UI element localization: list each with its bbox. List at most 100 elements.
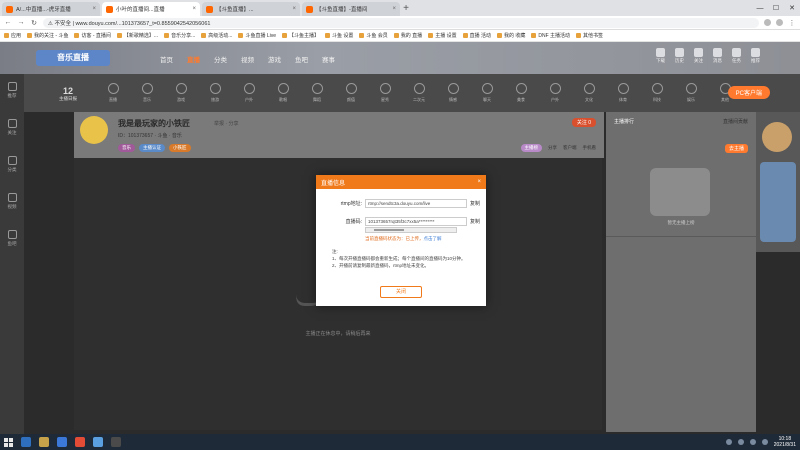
tab-close-icon[interactable]: × [292,6,296,12]
category-item[interactable]: 歌唱 [272,83,294,103]
browser-tab[interactable]: 【斗鱼直播】-直播间 × [302,2,400,16]
promo-badge[interactable] [762,122,792,152]
learn-more-link[interactable]: 点击了解 [424,236,442,241]
bookmark-item[interactable]: 音乐分享... [164,32,195,39]
close-button[interactable]: 关闭 [380,286,422,298]
header-task[interactable]: 任务 [732,48,741,64]
search-icon[interactable] [21,437,31,447]
category-item[interactable]: 户外 [544,83,566,103]
browser-tab[interactable]: 【斗鱼直播】... × [202,2,300,16]
menu-icon[interactable]: ⋮ [788,19,796,27]
share-button[interactable]: 分享 [548,145,557,151]
close-icon[interactable]: × [477,179,481,185]
category-item[interactable]: 二次元 [408,83,430,103]
category-item[interactable]: 旅游 [204,83,226,103]
new-tab-button[interactable]: + [400,2,412,16]
bookmark-item[interactable]: 斗鱼 会员 [359,32,388,39]
copy-rtmp-button[interactable]: 复制 [470,200,480,207]
room-badge[interactable]: 小铁匠 [169,144,191,152]
scrollbar-thumb[interactable] [374,229,404,231]
sidebar-item-yuba[interactable]: 鱼吧 [7,230,17,247]
category-item[interactable]: 音乐 [136,83,158,103]
promo-illustration[interactable] [760,162,796,242]
category-item[interactable]: 体育 [612,83,634,103]
bookmark-item[interactable]: 斗鱼直播 Live [238,32,276,39]
category-item[interactable]: 颜值 [340,83,362,103]
header-follow[interactable]: 关注 [694,48,703,64]
start-icon[interactable] [4,437,13,447]
category-item[interactable]: 直播 [102,83,124,103]
clock[interactable]: 10:18 2021/8/31 [774,436,796,448]
tray-icon[interactable] [737,439,744,445]
minimize-icon[interactable]: — [752,5,768,12]
bookmark-item[interactable]: 我的关注 - 斗鱼 [27,32,68,39]
bookmark-item[interactable]: DNF 主播活动 [531,32,570,39]
sidebar-item-follow[interactable]: 关注 [7,119,17,136]
category-item[interactable]: 舞蹈 [306,83,328,103]
rank-action-button[interactable]: 去主播 [724,144,748,153]
tray-icon[interactable] [725,439,732,445]
close-window-icon[interactable]: ✕ [784,4,800,12]
tab-close-icon[interactable]: × [92,6,96,12]
category-item[interactable]: 情感 [442,83,464,103]
category-item[interactable]: 文化 [578,83,600,103]
tab-contribution[interactable]: 直播间贡献 [723,118,748,125]
client-button[interactable]: 客户端 [563,145,577,151]
browser-tab[interactable]: A/...中直播...-虎牙直播 × [2,2,100,16]
tray-icon[interactable] [749,439,756,445]
nav-video[interactable]: 视频 [241,54,254,64]
room-badge[interactable]: 主播认证 [139,144,165,152]
tab-close-icon[interactable]: × [392,6,396,12]
header-download[interactable]: 下载 [656,48,665,64]
profile-icon[interactable] [776,19,783,26]
app-icon[interactable] [39,437,49,447]
category-item[interactable]: 美食 [510,83,532,103]
daily-report[interactable]: 12 主播日报 [56,86,80,102]
tab-close-icon[interactable]: × [192,6,196,12]
rank-button[interactable]: 主播榜 [520,144,542,152]
nav-match[interactable]: 赛事 [322,54,335,64]
streamer-avatar[interactable] [80,116,108,144]
rtmp-field[interactable]: rtmp://sendtc3a.douyu.com/live [365,198,467,208]
bookmark-item[interactable]: 我的 直播 [393,32,422,39]
volume-icon[interactable] [761,439,768,445]
room-tag[interactable]: 举报 · 分享 [214,120,238,127]
sidebar-item-video[interactable]: 视频 [7,193,17,210]
bookmark-item[interactable]: 高级活动... [201,32,232,39]
bookmark-item[interactable]: 【新歌精选】... [116,32,158,39]
bookmark-item[interactable]: 【斗鱼主播】 [282,32,319,39]
forward-icon[interactable]: → [17,19,25,26]
bookmark-item[interactable]: 我的 收藏 [496,32,525,39]
category-item[interactable]: 科技 [646,83,668,103]
sidebar-item-recommend[interactable]: 推荐 [7,82,17,99]
bookmark-item[interactable]: 访客 - 直播间 [74,32,111,39]
key-field[interactable]: 101373657rqt35f3c7xx5a********* [365,216,467,226]
pc-client-button[interactable]: PC客户端 [727,86,770,99]
app-icon[interactable] [93,437,103,447]
obs-icon[interactable] [111,437,121,447]
follow-button[interactable]: 关注 0 [571,118,596,127]
sidebar-item-category[interactable]: 分类 [7,156,17,173]
maximize-icon[interactable]: ☐ [768,4,784,12]
url-input[interactable]: ⚠ 不安全 | www.douyu.com/...101373657_t=0.8… [43,17,759,28]
bookmark-item[interactable]: 斗鱼 设置 [325,32,353,39]
bookmark-item[interactable]: 主播 设置 [428,32,457,39]
nav-home[interactable]: 首页 [160,54,173,64]
category-item[interactable]: 聊天 [476,83,498,103]
category-item[interactable]: 游戏 [170,83,192,103]
header-message[interactable]: 消息 [713,48,722,64]
reload-icon[interactable]: ↻ [30,19,38,27]
bookmark-item[interactable]: 应用 [4,32,21,39]
category-item[interactable]: 星秀 [374,83,396,103]
mobile-button[interactable]: 手机看 [583,145,597,151]
copy-key-button[interactable]: 复制 [470,218,480,225]
back-icon[interactable]: ← [4,19,12,26]
horizontal-scrollbar[interactable] [365,227,457,233]
category-item[interactable]: 户外 [238,83,260,103]
tab-streamer-rank[interactable]: 主播排行 [614,118,634,125]
header-recommend[interactable]: 推荐 [751,48,760,64]
header-history[interactable]: 历史 [675,48,684,64]
app-icon[interactable] [57,437,67,447]
browser-tab-active[interactable]: 小叶的直播间...直播 × [102,2,200,16]
nav-category[interactable]: 分类 [214,54,227,64]
